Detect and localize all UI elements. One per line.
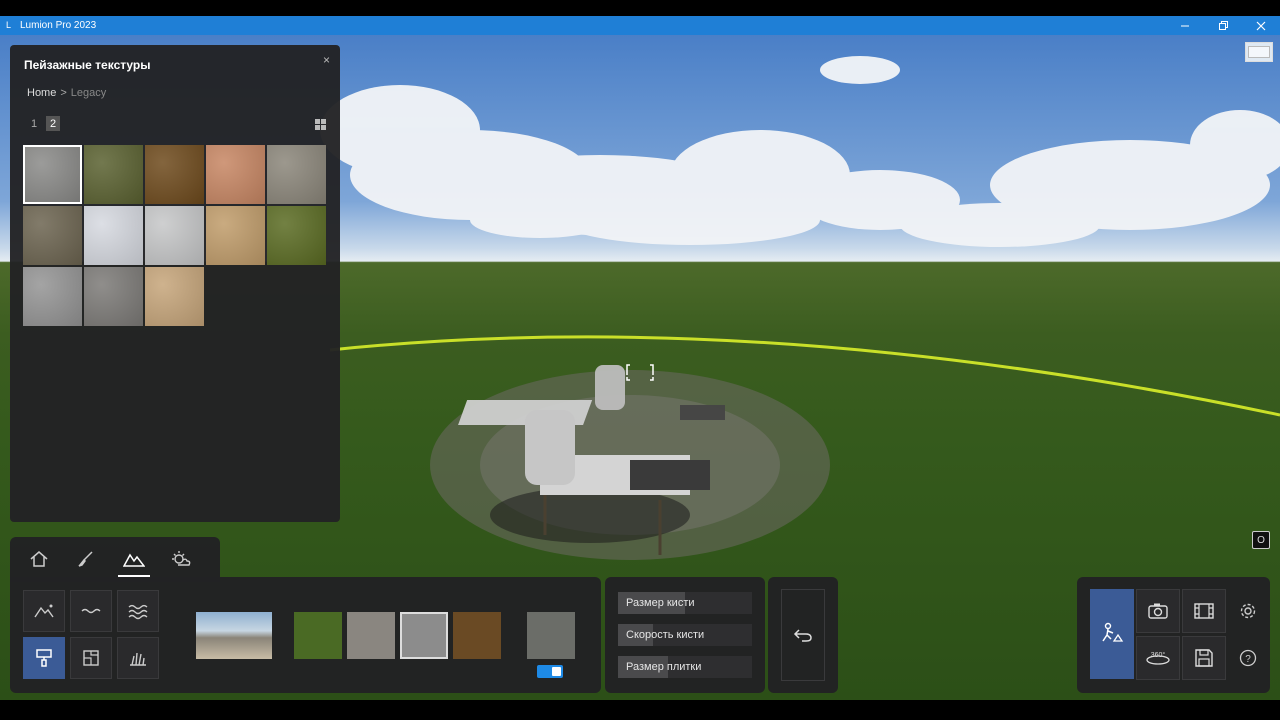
tab-landscape[interactable] bbox=[118, 545, 150, 577]
ocean-tool-button[interactable] bbox=[117, 590, 159, 632]
view-mode-toggle[interactable] bbox=[1245, 42, 1273, 62]
undo-button[interactable] bbox=[781, 589, 825, 681]
main-mode-panel: 360° ? bbox=[1077, 577, 1270, 693]
extra-texture-slot[interactable] bbox=[527, 612, 575, 659]
page-2-button[interactable]: 2 bbox=[46, 116, 60, 131]
breadcrumb-current: Legacy bbox=[70, 87, 107, 99]
raise-terrain-icon bbox=[34, 604, 54, 618]
paint-tool-button[interactable] bbox=[23, 637, 65, 679]
brush-size-slider[interactable]: Размер кисти bbox=[618, 592, 752, 614]
texture-tile-orange-clay[interactable] bbox=[206, 145, 265, 204]
brush-icon bbox=[78, 551, 93, 567]
photo-mode-button[interactable] bbox=[1136, 589, 1180, 633]
panorama-label: 360° bbox=[1151, 651, 1166, 659]
texture-slot-4[interactable] bbox=[453, 612, 501, 659]
undo-icon bbox=[793, 629, 812, 642]
help-button[interactable]: ? bbox=[1237, 647, 1259, 669]
settings-button[interactable] bbox=[1237, 600, 1259, 622]
landscape-icon bbox=[123, 553, 145, 567]
panel-title: Пейзажные текстуры bbox=[24, 58, 151, 72]
texture-tile-snow-white[interactable] bbox=[84, 206, 143, 265]
texture-tile-snow-speckled[interactable] bbox=[145, 206, 204, 265]
texture-tile-sand-light[interactable] bbox=[206, 206, 265, 265]
tab-weather[interactable] bbox=[167, 545, 195, 573]
panorama-mode-button[interactable]: 360° bbox=[1136, 636, 1180, 680]
camera-icon bbox=[1148, 603, 1168, 619]
brush-speed-label: Скорость кисти bbox=[626, 629, 705, 641]
grid-view-icon[interactable] bbox=[315, 119, 326, 130]
water-tool-button[interactable] bbox=[70, 590, 112, 632]
texture-slot-2[interactable] bbox=[347, 612, 395, 659]
window-title: Lumion Pro 2023 bbox=[20, 20, 97, 31]
page-1-button[interactable]: 1 bbox=[27, 116, 41, 131]
landscape-tools-panel bbox=[10, 577, 601, 693]
movie-mode-button[interactable] bbox=[1182, 589, 1226, 633]
tab-home[interactable] bbox=[25, 545, 53, 573]
brush-size-label: Размер кисти bbox=[626, 597, 695, 609]
restore-icon bbox=[1219, 20, 1228, 30]
tab-materials[interactable] bbox=[72, 545, 100, 573]
texture-tile-grey-gravel[interactable] bbox=[267, 145, 326, 204]
home-icon bbox=[30, 551, 48, 567]
texture-slot-1[interactable] bbox=[294, 612, 342, 659]
brush-speed-slider[interactable]: Скорость кисти bbox=[618, 624, 752, 646]
openstreetmap-icon bbox=[83, 650, 99, 666]
texture-toggle[interactable] bbox=[537, 665, 563, 678]
texture-tile-moss-ground[interactable] bbox=[84, 145, 143, 204]
minimize-button[interactable] bbox=[1166, 16, 1204, 35]
texture-tile-gravel-light[interactable] bbox=[23, 145, 82, 204]
minimize-icon bbox=[1181, 25, 1189, 26]
viewport-badge[interactable]: O bbox=[1252, 531, 1270, 549]
texture-tile-concrete-grey[interactable] bbox=[23, 267, 82, 326]
landscape-textures-panel: Пейзажные текстуры × Home > Legacy 1 2 bbox=[10, 45, 340, 522]
breadcrumb-separator: > bbox=[60, 87, 67, 99]
tile-size-slider[interactable]: Размер плитки bbox=[618, 656, 752, 678]
texture-tile-sand-beige[interactable] bbox=[145, 267, 204, 326]
restore-button[interactable] bbox=[1204, 16, 1242, 35]
water-icon bbox=[81, 608, 101, 614]
save-button[interactable] bbox=[1182, 636, 1226, 680]
screen-top-border bbox=[0, 0, 1280, 16]
grass-tool-button[interactable] bbox=[117, 637, 159, 679]
build-mode-button[interactable] bbox=[1090, 589, 1134, 679]
brush-settings-panel: Размер кисти Скорость кисти Размер плитк… bbox=[605, 577, 765, 693]
breadcrumb: Home > Legacy bbox=[27, 87, 106, 99]
texture-tile-mud-rocks[interactable] bbox=[23, 206, 82, 265]
movie-icon bbox=[1194, 603, 1214, 619]
texture-grid bbox=[23, 145, 329, 326]
settings-icon bbox=[1240, 603, 1256, 619]
tile-size-label: Размер плитки bbox=[626, 661, 702, 673]
weather-icon bbox=[172, 551, 191, 566]
close-icon bbox=[1256, 21, 1266, 30]
ocean-icon bbox=[128, 604, 148, 620]
texture-tile-brown-soil[interactable] bbox=[145, 145, 204, 204]
landscape-preset-thumbnail[interactable] bbox=[196, 612, 272, 659]
close-window-button[interactable] bbox=[1242, 16, 1280, 35]
app-logo-icon: L bbox=[6, 20, 12, 30]
texture-tile-dark-gravel[interactable] bbox=[84, 267, 143, 326]
grass-icon bbox=[130, 652, 146, 666]
panel-close-button[interactable]: × bbox=[323, 53, 330, 67]
window-titlebar: L Lumion Pro 2023 bbox=[0, 16, 1280, 35]
panorama-360-icon: 360° bbox=[1146, 651, 1170, 665]
help-icon: ? bbox=[1239, 649, 1257, 667]
texture-slot-3[interactable] bbox=[400, 612, 448, 659]
screen-bottom-border bbox=[0, 700, 1280, 720]
mode-tabs bbox=[10, 537, 220, 582]
page-selector: 1 2 bbox=[27, 116, 60, 131]
build-icon bbox=[1102, 622, 1124, 642]
raise-terrain-button[interactable] bbox=[23, 590, 65, 632]
undo-panel bbox=[768, 577, 838, 693]
save-icon bbox=[1195, 649, 1213, 667]
texture-tile-grass-green[interactable] bbox=[267, 206, 326, 265]
paint-icon bbox=[36, 649, 52, 667]
breadcrumb-home[interactable]: Home bbox=[27, 87, 56, 99]
openstreetmap-button[interactable] bbox=[70, 637, 112, 679]
svg-text:?: ? bbox=[1245, 654, 1251, 665]
